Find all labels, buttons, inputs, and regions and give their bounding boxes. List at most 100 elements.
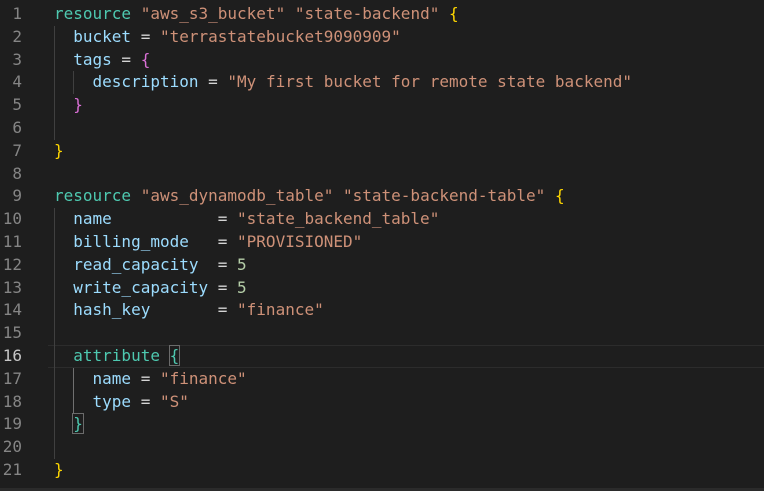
line-number: 1 bbox=[12, 4, 22, 23]
line-number: 18 bbox=[2, 391, 22, 411]
code-line[interactable]: 15 bbox=[0, 322, 764, 345]
code-line[interactable]: 5 } bbox=[0, 94, 764, 117]
code-editor[interactable]: 1 resource "aws_s3_bucket" "state-backend… bbox=[0, 0, 764, 491]
code-line[interactable]: 20 bbox=[0, 436, 764, 459]
code-line[interactable]: 3 tags = { bbox=[0, 49, 764, 72]
code-token: "finance" bbox=[159, 368, 247, 388]
line-number: 7 bbox=[12, 140, 22, 160]
code-token: "terrastatebucket9090909" bbox=[159, 26, 401, 46]
code-token: bucket bbox=[73, 26, 132, 46]
code-token: resource bbox=[54, 4, 141, 23]
code-token: "My first bucket for remote state backen… bbox=[227, 72, 632, 92]
code-token: = bbox=[131, 391, 160, 411]
line-number: 4 bbox=[12, 72, 22, 92]
line-content: } bbox=[54, 459, 64, 482]
code-token: } bbox=[54, 460, 64, 479]
code-token: { bbox=[554, 186, 565, 206]
line-content: name = "state_backend_table" bbox=[54, 208, 439, 231]
line-content: write_capacity = 5 bbox=[54, 277, 247, 300]
code-line[interactable]: 14 hash_key = "finance" bbox=[0, 299, 764, 322]
code-token: hash_key bbox=[73, 300, 151, 320]
code-token: } bbox=[72, 413, 84, 435]
code-line[interactable]: 18 type = "S" bbox=[0, 391, 764, 414]
code-line[interactable]: 7} bbox=[0, 140, 764, 163]
code-line[interactable]: 9 resource "aws_dynamodb_table" "state-ba… bbox=[0, 185, 764, 208]
line-content: description = "My first bucket for remot… bbox=[54, 71, 632, 94]
line-number: 10 bbox=[2, 209, 22, 229]
code-token: "state-backend-table" bbox=[343, 186, 546, 206]
code-token: 5 bbox=[237, 254, 247, 274]
code-token: "S" bbox=[159, 391, 189, 411]
line-content: attribute { bbox=[54, 345, 181, 368]
code-line[interactable]: 8 bbox=[0, 163, 764, 186]
code-token: attribute bbox=[73, 346, 160, 365]
code-token: description bbox=[92, 72, 199, 92]
line-number: 8 bbox=[12, 163, 22, 183]
indent-guide bbox=[73, 367, 75, 414]
code-token: write_capacity bbox=[73, 277, 209, 297]
code-token: } bbox=[73, 95, 83, 115]
line-content: hash_key = "finance" bbox=[54, 299, 324, 322]
code-line[interactable]: 17 name = "finance" bbox=[0, 368, 764, 391]
code-token: = bbox=[150, 300, 238, 320]
code-line[interactable]: 16 attribute { bbox=[0, 345, 764, 368]
code-token: read_capacity bbox=[73, 254, 199, 274]
code-token: "finance" bbox=[237, 300, 324, 320]
code-line[interactable]: 10 name = "state_backend_table" bbox=[0, 208, 764, 231]
code-token: "aws_dynamodb_table" bbox=[140, 186, 334, 206]
code-line[interactable]: 19 } bbox=[0, 413, 764, 436]
code-token: = bbox=[131, 26, 160, 46]
code-token: name bbox=[92, 368, 132, 388]
line-content: resource "aws_dynamodb_table" "state-bac… bbox=[54, 185, 565, 208]
code-line[interactable]: 4 description = "My first bucket for rem… bbox=[0, 71, 764, 94]
line-content: } bbox=[54, 140, 64, 163]
code-token: "state-backend" bbox=[294, 4, 440, 23]
indent-guide bbox=[54, 208, 55, 459]
line-number: 20 bbox=[2, 437, 22, 457]
line-number: 21 bbox=[2, 460, 22, 479]
line-content: name = "finance" bbox=[54, 368, 247, 391]
line-content: billing_mode = "PROVISIONED" bbox=[54, 231, 362, 254]
line-content: } bbox=[54, 413, 84, 436]
code-line[interactable]: 6 bbox=[0, 117, 764, 140]
line-number: 13 bbox=[2, 277, 22, 297]
code-line[interactable]: 13 write_capacity = 5 bbox=[0, 277, 764, 300]
code-line[interactable]: 12 read_capacity = 5 bbox=[0, 254, 764, 277]
code-token: resource bbox=[54, 186, 141, 206]
code-token: "PROVISIONED" bbox=[237, 232, 363, 251]
code-token: "state_backend_table" bbox=[237, 209, 440, 229]
code-token: = bbox=[198, 254, 238, 274]
code-token: { bbox=[140, 49, 151, 69]
code-line[interactable]: 11 billing_mode = "PROVISIONED" bbox=[0, 231, 764, 254]
code-token: { bbox=[448, 4, 459, 23]
line-content: tags = { bbox=[54, 49, 150, 72]
line-number: 12 bbox=[2, 254, 22, 274]
code-line[interactable]: 1 resource "aws_s3_bucket" "state-backend… bbox=[0, 3, 764, 26]
code-token: name bbox=[73, 209, 112, 229]
code-token: = bbox=[198, 72, 228, 92]
line-number: 19 bbox=[2, 414, 22, 434]
line-number: 5 bbox=[12, 95, 22, 115]
code-token: = bbox=[111, 49, 141, 69]
line-number: 16 bbox=[2, 346, 22, 365]
code-token: { bbox=[168, 345, 181, 366]
line-content: resource "aws_s3_bucket" "state-backend"… bbox=[54, 3, 459, 26]
code-line[interactable]: 2 bucket = "terrastatebucket9090909" bbox=[0, 26, 764, 49]
code-token: 5 bbox=[237, 277, 247, 297]
indent-guide bbox=[54, 25, 55, 140]
code-token: billing_mode bbox=[73, 232, 189, 251]
line-content: } bbox=[54, 94, 83, 117]
code-token: tags bbox=[73, 49, 112, 69]
line-content: read_capacity = 5 bbox=[54, 254, 247, 277]
code-token: type bbox=[92, 391, 132, 411]
code-line[interactable]: 21} bbox=[0, 459, 764, 482]
